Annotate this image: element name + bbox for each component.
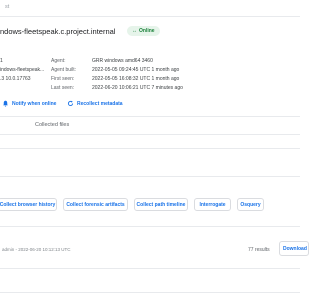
section-divider: [0, 176, 300, 177]
section-divider: [0, 292, 300, 293]
agent-value: GRR windows amd64 3460: [92, 58, 153, 64]
last-seen-label: Last seen:: [51, 85, 75, 91]
section-divider: [0, 148, 300, 149]
flow-created-info: admin - 2022-06-20 10:12:13 UTC: [2, 247, 71, 252]
top-tab-label[interactable]: st: [5, 4, 9, 10]
first-seen-value: 2022-05-05 16:08:32 UTC 1 month ago: [92, 76, 180, 82]
client-title: ndows-fleetspeak.c.project.internal: [0, 27, 116, 36]
recollect-metadata-button[interactable]: Recollect metadata: [67, 100, 123, 107]
recollect-metadata-label: Recollect metadata: [77, 100, 123, 107]
status-badge-label: Online: [139, 28, 155, 34]
collect-browser-history-button[interactable]: Collect browser history: [0, 198, 57, 211]
os-version-fragment: .3 10.0.17763: [0, 76, 31, 82]
online-icon: ↔: [132, 28, 137, 34]
tabs-bottom-divider: [0, 134, 300, 135]
results-count: 77 results: [248, 247, 270, 253]
tab-collected-files[interactable]: Collected files: [35, 122, 69, 128]
agent-built-value: 2022-05-05 09:24:45 UTC 1 month ago: [92, 67, 180, 73]
top-divider: [0, 16, 300, 17]
agent-label: Agent:: [51, 58, 66, 64]
status-badge: ↔ Online: [127, 26, 160, 36]
interrogate-button[interactable]: Interrogate: [194, 198, 231, 211]
notify-when-online-button[interactable]: Notify when online: [2, 100, 56, 107]
hostname-fragment: indows-fleetspeak...: [0, 67, 45, 73]
section-divider: [0, 226, 300, 227]
osquery-button[interactable]: Osquery: [237, 198, 264, 211]
section-divider: [0, 268, 300, 269]
last-seen-value: 2022-06-20 10:06:21 UTC 7 minutes ago: [92, 85, 183, 91]
download-button[interactable]: Download: [279, 241, 309, 256]
tabs-top-divider: [0, 116, 300, 117]
agent-built-label: Agent built:: [51, 67, 77, 73]
bell-icon: [2, 100, 9, 107]
client-id-fragment: 1: [0, 58, 3, 64]
first-seen-label: First seen:: [51, 76, 75, 82]
refresh-icon: [67, 100, 74, 107]
collect-forensic-artifacts-button[interactable]: Collect forensic artifacts: [63, 198, 128, 211]
notify-when-online-label: Notify when online: [12, 100, 57, 107]
collect-path-timeline-button[interactable]: Collect path timeline: [134, 198, 188, 211]
